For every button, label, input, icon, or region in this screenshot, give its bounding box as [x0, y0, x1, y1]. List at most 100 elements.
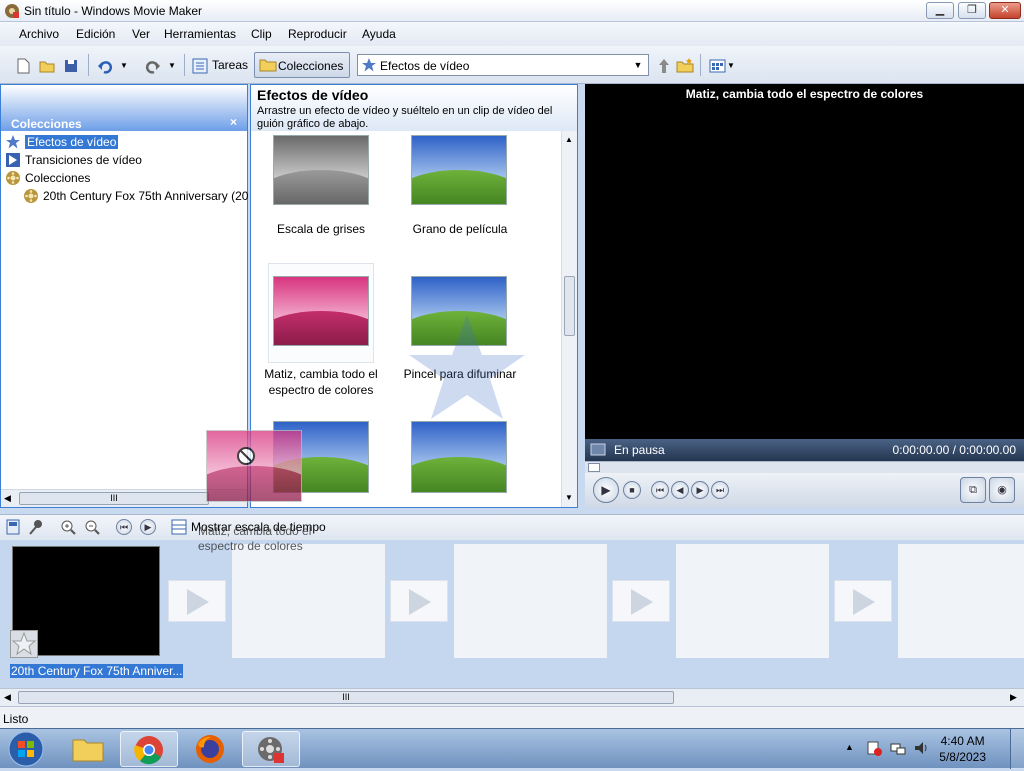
scroll-left-icon[interactable]: ◀ — [4, 692, 11, 703]
new-collection-folder-icon[interactable] — [676, 57, 694, 75]
up-one-level-icon[interactable] — [655, 57, 673, 75]
folder-icon — [72, 735, 104, 766]
clock-date: 5/8/2023 — [939, 750, 986, 764]
effect-thumbnail-matiz[interactable] — [273, 276, 369, 346]
scroll-thumb[interactable] — [564, 276, 575, 336]
play-button[interactable]: ▶ — [593, 477, 619, 503]
maximize-button[interactable]: ❐ — [958, 2, 986, 19]
views-dropdown-icon[interactable]: ▼ — [727, 61, 745, 79]
drag-caption: Matiz, cambia todo el espectro de colore… — [198, 524, 312, 553]
vertical-scrollbar[interactable]: ▲ ▼ — [561, 131, 577, 507]
open-project-icon[interactable] — [38, 57, 56, 75]
collections-button-label: Colecciones — [278, 59, 344, 73]
chevron-down-icon[interactable]: ▼ — [630, 57, 646, 73]
tasks-icon[interactable] — [191, 57, 209, 75]
drag-ghost-thumbnail — [206, 430, 302, 510]
play-storyboard-button[interactable]: ▶ — [140, 519, 156, 535]
taskbar-explorer[interactable] — [60, 731, 118, 767]
save-project-icon[interactable] — [62, 57, 80, 75]
menu-ayuda[interactable]: Ayuda — [362, 27, 396, 41]
effect-thumbnail-grano-de-pelicula[interactable] — [411, 135, 507, 205]
taskbar-chrome[interactable] — [120, 731, 178, 767]
storyboard-slot[interactable] — [898, 544, 1024, 658]
seek-bar[interactable] — [585, 461, 1024, 473]
status-bar: Listo — [0, 706, 1024, 728]
no-drop-cursor-icon — [236, 446, 256, 469]
taskbar: ▲ 4:40 AM 5/8/2023 — [0, 728, 1024, 771]
effect-thumbnail-escala-de-grises[interactable] — [273, 135, 369, 205]
transition-slot[interactable] — [168, 580, 226, 622]
collections-button[interactable]: Colecciones — [254, 52, 350, 78]
undo-dropdown-icon[interactable]: ▼ — [120, 61, 138, 79]
split-clip-button[interactable]: ⧉ — [960, 477, 986, 503]
narrate-icon[interactable] — [28, 519, 44, 538]
timeline-icon[interactable] — [171, 519, 187, 538]
new-project-icon[interactable] — [14, 57, 32, 75]
movie-maker-app-icon — [4, 3, 20, 19]
views-icon[interactable] — [709, 57, 727, 75]
menu-clip[interactable]: Clip — [251, 27, 272, 41]
menu-archivo[interactable]: Archivo — [19, 27, 59, 41]
tree-item-label: Transiciones de vídeo — [25, 153, 142, 167]
playback-state: En pausa — [614, 443, 665, 457]
menu-edicion[interactable]: Edición — [76, 27, 115, 41]
storyboard-scrollbar[interactable]: ◀ III ▶ — [0, 688, 1024, 706]
close-icon[interactable]: × — [230, 115, 237, 129]
scroll-right-icon[interactable]: ▶ — [1010, 692, 1017, 703]
menu-ver[interactable]: Ver — [132, 27, 150, 41]
rewind-button[interactable]: ◀ — [671, 481, 689, 499]
zoom-in-icon[interactable] — [60, 519, 76, 538]
effect-star-icon[interactable] — [10, 630, 38, 658]
show-hidden-icons-icon[interactable]: ▲ — [845, 742, 854, 752]
clip-label[interactable]: 20th Century Fox 75th Anniver... — [10, 664, 184, 678]
effect-label: Matiz, cambia todo el espectro de colore… — [264, 367, 378, 397]
start-button[interactable] — [6, 730, 46, 771]
taskbar-firefox[interactable] — [182, 731, 240, 767]
taskbar-movie-maker[interactable] — [242, 731, 300, 767]
taskbar-clock[interactable]: 4:40 AM 5/8/2023 — [939, 733, 986, 765]
previous-frame-button[interactable]: ⏮ — [651, 481, 669, 499]
redo-icon[interactable] — [143, 57, 161, 75]
tasks-button[interactable]: Tareas — [212, 58, 248, 72]
collections-combo[interactable]: Efectos de vídeo ▼ — [357, 54, 649, 76]
zoom-out-icon[interactable] — [84, 519, 100, 538]
firefox-icon — [195, 734, 225, 767]
effect-thumbnail[interactable] — [411, 421, 507, 493]
transition-slot[interactable] — [390, 580, 448, 622]
transition-slot[interactable] — [834, 580, 892, 622]
minimize-button[interactable]: ▁ — [926, 2, 954, 19]
preview-title: Matiz, cambia todo el espectro de colore… — [685, 87, 924, 101]
title-bar: Sin título - Windows Movie Maker ▁ ❐ ✕ — [0, 0, 1024, 22]
collections-pane-title: Colecciones — [11, 117, 82, 131]
storyboard: 20th Century Fox 75th Anniver... — [0, 540, 1024, 688]
scroll-up-icon[interactable]: ▲ — [565, 135, 573, 144]
movie-maker-icon — [256, 735, 286, 768]
storyboard-view-icon[interactable] — [5, 519, 21, 538]
network-icon[interactable] — [890, 740, 906, 759]
stop-button[interactable]: ■ — [623, 481, 641, 499]
fast-forward-button[interactable]: ▶ — [691, 481, 709, 499]
scroll-thumb[interactable]: III — [19, 492, 209, 505]
chrome-icon — [134, 735, 164, 768]
menu-herramientas[interactable]: Herramientas — [164, 27, 236, 41]
menu-reproducir[interactable]: Reproducir — [288, 27, 347, 41]
close-button[interactable]: ✕ — [989, 2, 1021, 19]
scroll-left-icon[interactable]: ◀ — [4, 493, 11, 504]
rewind-storyboard-button[interactable]: ⏮ — [116, 519, 132, 535]
next-frame-button[interactable]: ⏭ — [711, 481, 729, 499]
scroll-down-icon[interactable]: ▼ — [565, 493, 573, 502]
effects-pane-title: Efectos de vídeo — [257, 87, 369, 103]
storyboard-slot[interactable] — [232, 544, 385, 658]
storyboard-slot[interactable] — [454, 544, 607, 658]
transition-slot[interactable] — [612, 580, 670, 622]
tree-item-label: Efectos de vídeo — [25, 135, 119, 149]
scroll-thumb[interactable]: III — [18, 691, 674, 704]
action-center-icon[interactable] — [866, 740, 882, 759]
storyboard-slot[interactable] — [676, 544, 829, 658]
seek-handle[interactable] — [588, 463, 600, 472]
effects-pane-description: Arrastre un efecto de vídeo y suéltelo e… — [257, 105, 553, 130]
volume-icon[interactable] — [913, 740, 929, 759]
undo-icon[interactable] — [97, 57, 115, 75]
show-desktop-button[interactable] — [1010, 729, 1024, 769]
take-picture-button[interactable]: ◉ — [989, 477, 1015, 503]
